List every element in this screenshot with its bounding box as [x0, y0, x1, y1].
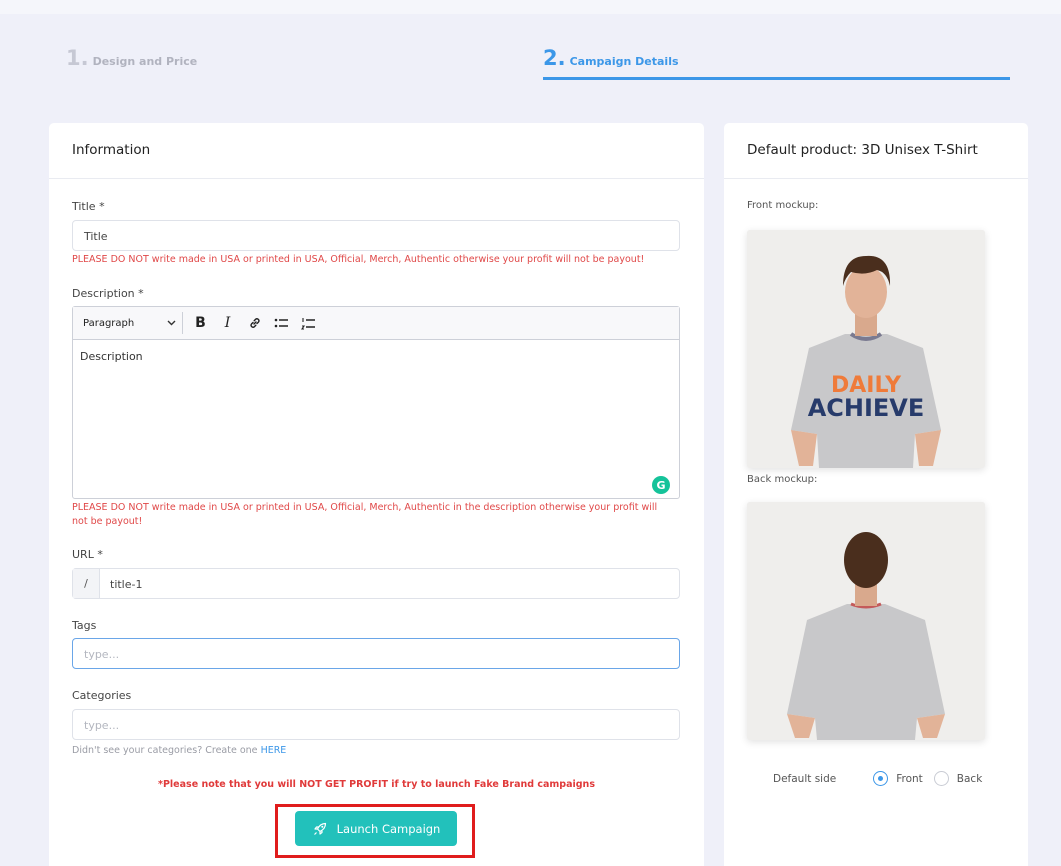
link-icon: [249, 318, 260, 328]
top-band: [0, 0, 1061, 14]
description-label: Description *: [72, 287, 144, 300]
back-mockup-label: Back mockup:: [747, 474, 818, 485]
categories-hint-text: Didn't see your categories? Create one: [72, 745, 258, 756]
information-card: Information Title * Title PLEASE DO NOT …: [49, 123, 704, 866]
paragraph-format-value: Paragraph: [83, 317, 135, 329]
product-heading: Default product: 3D Unisex T-Shirt: [724, 123, 1028, 179]
title-input[interactable]: Title: [72, 220, 680, 251]
title-label: Title *: [72, 200, 105, 213]
default-side-row: Default side Front Back: [773, 771, 982, 786]
default-side-label: Default side: [773, 772, 837, 785]
description-textarea[interactable]: Description: [73, 340, 679, 373]
url-input[interactable]: title-1: [100, 569, 152, 598]
active-step-indicator: [543, 77, 1010, 80]
step-design-price[interactable]: 1. Design and Price: [66, 46, 197, 70]
product-card: Default product: 3D Unisex T-Shirt Front…: [724, 123, 1028, 866]
launch-campaign-label: Launch Campaign: [336, 821, 441, 836]
categories-hint: Didn't see your categories? Create one H…: [72, 745, 286, 756]
numbered-list-button[interactable]: [295, 312, 322, 334]
title-warning: PLEASE DO NOT write made in USA or print…: [72, 254, 645, 265]
rocket-icon: [313, 822, 326, 835]
editor-toolbar: Paragraph B I: [73, 307, 679, 340]
paragraph-format-select[interactable]: Paragraph: [83, 312, 183, 334]
italic-button[interactable]: I: [214, 312, 241, 334]
tags-input[interactable]: type...: [72, 638, 680, 669]
back-mockup-image[interactable]: [747, 502, 985, 740]
link-button[interactable]: [241, 312, 268, 334]
step-campaign-details[interactable]: 2. Campaign Details: [543, 46, 679, 70]
step-label: Design and Price: [92, 55, 198, 68]
categories-input[interactable]: type...: [72, 709, 680, 740]
back-radio-label[interactable]: Back: [957, 773, 983, 785]
categories-label: Categories: [72, 689, 132, 702]
front-mockup-image[interactable]: DAILY ACHIEVE: [747, 230, 985, 468]
step-number: 1.: [66, 46, 89, 70]
bold-button[interactable]: B: [187, 312, 214, 334]
front-mockup-picture: DAILY ACHIEVE: [747, 230, 985, 468]
grammarly-icon[interactable]: G: [652, 476, 670, 494]
step-label: Campaign Details: [569, 55, 679, 68]
bullet-list-icon: [274, 318, 288, 328]
front-radio-label[interactable]: Front: [896, 773, 923, 785]
launch-campaign-button[interactable]: Launch Campaign: [295, 811, 457, 846]
back-mockup-picture: [747, 502, 985, 740]
back-radio[interactable]: [933, 771, 949, 786]
bullet-list-button[interactable]: [268, 312, 295, 334]
step-number: 2.: [543, 46, 566, 70]
numbered-list-icon: [301, 317, 315, 330]
front-mockup-label: Front mockup:: [747, 200, 819, 211]
description-warning: PLEASE DO NOT write made in USA or print…: [72, 502, 658, 527]
url-label: URL *: [72, 548, 103, 561]
url-field: / title-1: [72, 568, 680, 599]
tags-label: Tags: [72, 619, 97, 632]
information-heading: Information: [49, 123, 704, 179]
front-radio[interactable]: [873, 771, 889, 786]
description-editor: Paragraph B I Description G: [72, 306, 680, 499]
url-prefix: /: [73, 569, 100, 598]
create-category-link[interactable]: HERE: [261, 745, 287, 756]
front-print-bottom: ACHIEVE: [808, 394, 925, 422]
fake-brand-note: *Please note that you will NOT GET PROFI…: [158, 779, 595, 790]
chevron-down-icon: [167, 320, 176, 326]
